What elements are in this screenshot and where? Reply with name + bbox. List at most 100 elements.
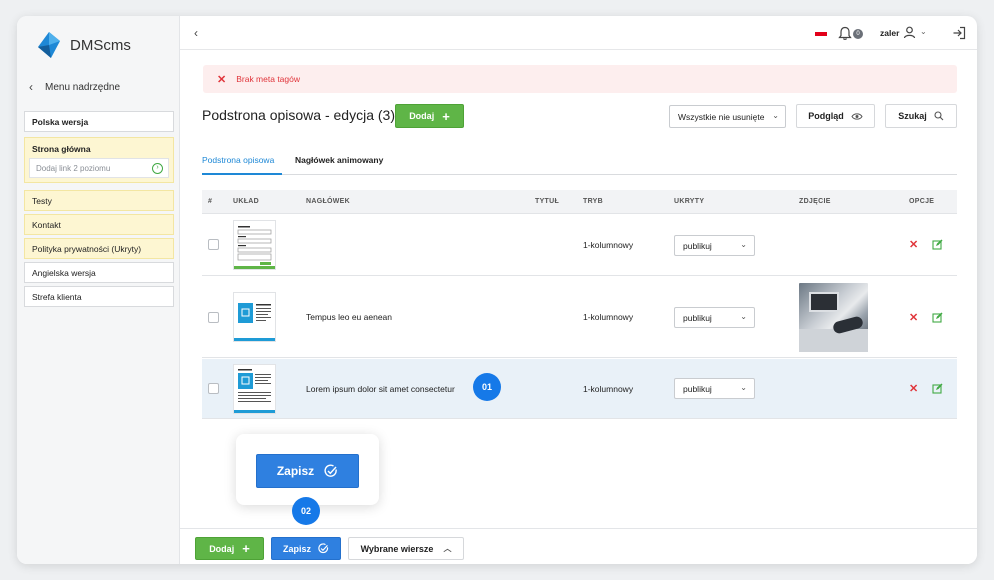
chevron-down-icon: ⌄ — [740, 312, 747, 321]
meta-tags-alert: ✕ Brak meta tagów — [203, 65, 957, 93]
callout-badge-02: 02 — [292, 497, 320, 525]
selected-rows-label: Wybrane wiersze — [360, 543, 434, 554]
table-header: # UKŁAD NAGŁÓWEK TYTUŁ TRYB UKRYTY ZDJĘC… — [202, 190, 957, 214]
chevron-down-icon[interactable]: ⌄ — [920, 27, 927, 36]
chevron-down-icon: ⌄ — [740, 240, 747, 249]
row-hidden-select-value: publikuj — [683, 312, 712, 323]
table-row-highlighted[interactable]: Lorem ipsum dolor sit amet consectetur 1… — [202, 359, 957, 419]
check-circle-icon — [318, 543, 329, 554]
callout-badge-01: 01 — [473, 373, 501, 401]
tab-podstrona-opisowa[interactable]: Podstrona opisowa — [202, 155, 274, 165]
layout-form-thumbnail-icon — [234, 226, 275, 269]
row-mode: 1-kolumnowy — [583, 384, 634, 394]
layout-thumbnail[interactable] — [233, 364, 276, 414]
filter-dropdown[interactable]: Wszystkie nie usunięte ⌄ — [669, 105, 786, 128]
bottom-save-button[interactable]: Zapisz — [271, 537, 341, 560]
col-header-hidden: UKRYTY — [674, 198, 705, 205]
sidebar-item-testy[interactable]: Testy — [24, 190, 174, 211]
add-level2-link-placeholder: Dodaj link 2 poziomu — [36, 163, 111, 173]
col-header-layout: UKŁAD — [233, 198, 259, 205]
layout-image-text-list-thumbnail-icon — [234, 369, 275, 413]
delete-x-icon[interactable]: ✕ — [909, 382, 918, 395]
row-checkbox[interactable] — [208, 383, 219, 394]
bottom-action-bar: Dodaj + Zapisz Wybrane wiersze ︿ — [180, 528, 977, 564]
chevron-down-icon: ⌄ — [772, 111, 779, 120]
sidebar-item-strona-glowna[interactable]: Strona główna — [32, 144, 91, 154]
bell-icon[interactable] — [838, 26, 852, 41]
search-button-label: Szukaj — [898, 111, 927, 121]
save-button-highlighted[interactable]: Zapisz — [256, 454, 359, 488]
add-level2-link-input[interactable]: Dodaj link 2 poziomu › — [29, 158, 169, 178]
row-checkbox[interactable] — [208, 312, 219, 323]
add-button-label: Dodaj — [409, 111, 435, 121]
row-hidden-select[interactable]: publikuj ⌄ — [674, 235, 755, 256]
sidebar-item-kontakt[interactable]: Kontakt — [24, 214, 174, 235]
tab-naglowek-animowany[interactable]: Nagłówek animowany — [295, 155, 383, 165]
arrow-right-circle-icon[interactable]: › — [152, 163, 163, 174]
sidebar-item-strefa-klienta[interactable]: Strefa klienta — [24, 286, 174, 307]
row-mode: 1-kolumnowy — [583, 240, 634, 250]
save-button-highlighted-label: Zapisz — [276, 464, 315, 478]
preview-button-label: Podgląd — [808, 111, 844, 121]
sidebar-item-polityka[interactable]: Polityka prywatności (Ukryty) — [24, 238, 174, 259]
user-name[interactable]: zaler — [880, 28, 899, 38]
chevron-down-icon: ⌄ — [740, 383, 747, 392]
logout-icon[interactable] — [952, 26, 966, 40]
notification-count-badge: 0 — [853, 29, 863, 39]
row-checkbox[interactable] — [208, 239, 219, 250]
search-button[interactable]: Szukaj — [885, 104, 957, 128]
topbar: ‹ 0 zaler ⌄ — [180, 16, 977, 50]
bottom-save-button-label: Zapisz — [282, 543, 311, 554]
row-mode: 1-kolumnowy — [583, 312, 634, 322]
add-button[interactable]: Dodaj + — [395, 104, 464, 128]
preview-button[interactable]: Podgląd — [796, 104, 875, 128]
bottom-add-button[interactable]: Dodaj + — [195, 537, 264, 560]
filter-dropdown-value: Wszystkie nie usunięte — [678, 111, 765, 122]
logo[interactable]: DMScms — [34, 28, 131, 62]
col-header-photo: ZDJĘCIE — [799, 198, 831, 205]
table-row[interactable]: 1-kolumnowy publikuj ⌄ ✕ — [202, 215, 957, 276]
active-tab-underline — [202, 173, 282, 175]
row-photo[interactable] — [799, 283, 868, 352]
col-header-title: TYTUŁ — [535, 198, 560, 205]
tabs: Podstrona opisowa Nagłówek animowany — [202, 146, 957, 175]
photo-monitor — [809, 292, 839, 312]
col-header-options: OPCJE — [909, 198, 935, 205]
search-icon — [934, 111, 944, 121]
page-title: Podstrona opisowa - edycja (3) — [202, 107, 395, 123]
table-row[interactable]: Tempus leo eu aenean 1-kolumnowy publiku… — [202, 277, 957, 358]
selected-rows-button[interactable]: Wybrane wiersze ︿ — [348, 537, 464, 560]
back-to-parent-menu[interactable]: ‹ Menu nadrzędne — [29, 80, 120, 94]
delete-x-icon[interactable]: ✕ — [909, 238, 918, 251]
flag-icon[interactable] — [815, 32, 827, 36]
sidebar-item-polska-wersja[interactable]: Polska wersja — [24, 111, 174, 132]
row-hidden-select-value: publikuj — [683, 240, 712, 251]
back-nav-label: Menu nadrzędne — [45, 81, 121, 93]
plus-icon: + — [442, 108, 450, 124]
sidebar: DMScms ‹ Menu nadrzędne Polska wersja St… — [17, 16, 180, 564]
edit-icon[interactable] — [932, 383, 943, 394]
dmscms-logo-icon — [38, 32, 60, 58]
chevron-left-icon[interactable]: ‹ — [194, 26, 198, 40]
col-header-heading: NAGŁÓWEK — [306, 198, 351, 205]
row-hidden-select[interactable]: publikuj ⌄ — [674, 378, 755, 399]
photo-desk — [799, 329, 868, 352]
edit-icon[interactable] — [932, 312, 943, 323]
layout-image-text-thumbnail-icon — [234, 303, 275, 341]
logo-text: DMScms — [70, 36, 131, 54]
sidebar-item-angielska-wersja[interactable]: Angielska wersja — [24, 262, 174, 283]
layout-thumbnail[interactable] — [233, 292, 276, 342]
delete-x-icon[interactable]: ✕ — [909, 311, 918, 324]
row-heading: Tempus leo eu aenean — [306, 312, 393, 322]
app-window: DMScms ‹ Menu nadrzędne Polska wersja St… — [17, 16, 977, 564]
sidebar-group-strona-glowna: Strona główna Dodaj link 2 poziomu › — [24, 137, 174, 183]
edit-icon[interactable] — [932, 239, 943, 250]
chevron-up-icon: ︿ — [443, 544, 452, 553]
col-header-number: # — [208, 198, 213, 205]
user-icon[interactable] — [903, 26, 916, 39]
alert-message: Brak meta tagów — [236, 74, 300, 84]
row-hidden-select-value: publikuj — [683, 383, 712, 394]
row-hidden-select[interactable]: publikuj ⌄ — [674, 307, 755, 328]
layout-thumbnail[interactable] — [233, 220, 276, 270]
col-header-mode: TRYB — [583, 198, 603, 205]
